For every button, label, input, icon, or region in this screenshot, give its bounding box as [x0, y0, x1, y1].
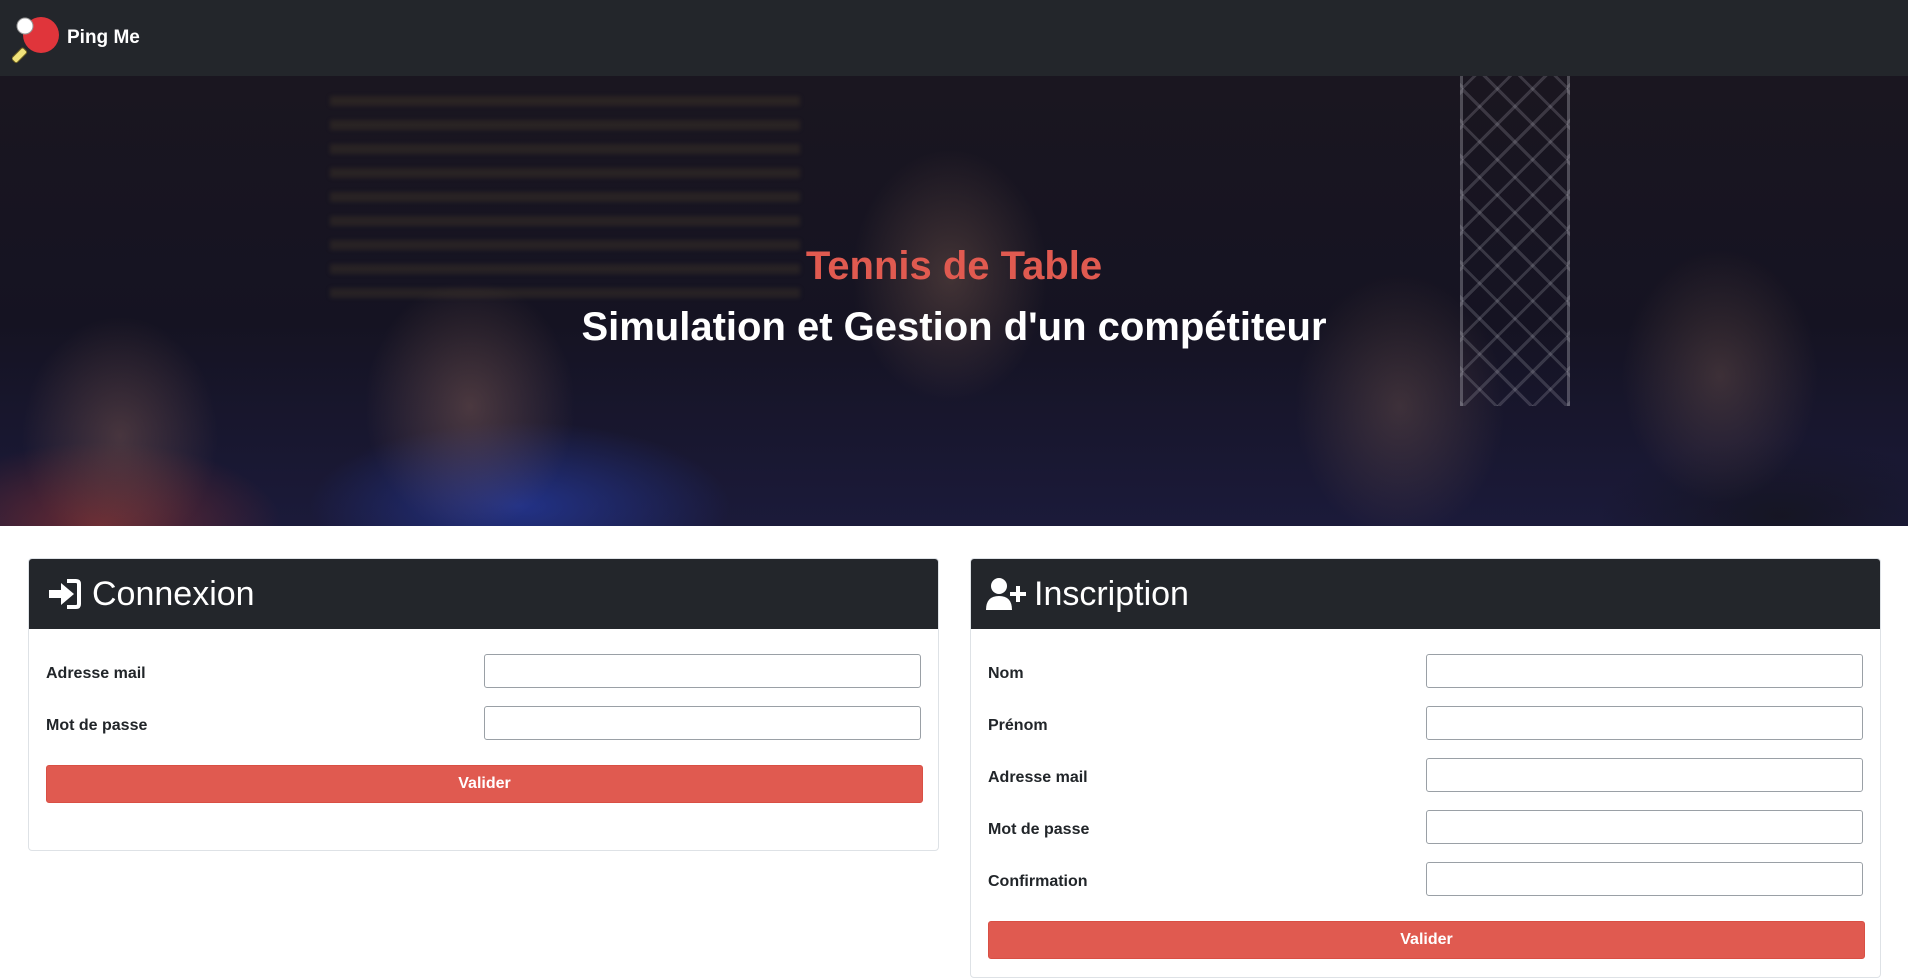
register-submit-button[interactable]: Valider	[988, 921, 1865, 959]
register-lastname-input[interactable]	[1426, 654, 1863, 688]
login-title: Connexion	[92, 574, 255, 613]
register-form: Nom Prénom Adresse mail Mot de passe Con…	[971, 629, 1880, 959]
ping-pong-paddle-icon[interactable]	[11, 14, 62, 64]
register-title: Inscription	[1034, 574, 1189, 613]
register-confirmation-input[interactable]	[1426, 862, 1863, 896]
register-card-header: Inscription	[971, 559, 1880, 629]
brand-name[interactable]: Ping Me	[67, 27, 140, 49]
login-submit-button[interactable]: Valider	[46, 765, 923, 803]
login-email-row: Adresse mail	[46, 645, 921, 697]
hero-banner: Tennis de Table Simulation et Gestion d'…	[0, 76, 1908, 526]
register-confirmation-label: Confirmation	[988, 873, 1088, 890]
register-password-row: Mot de passe	[988, 801, 1863, 853]
hero-background-truss	[1460, 76, 1570, 406]
register-email-row: Adresse mail	[988, 749, 1863, 801]
register-firstname-label: Prénom	[988, 717, 1048, 734]
login-password-label: Mot de passe	[46, 717, 148, 734]
register-card: Inscription Nom Prénom Adresse mail Mot …	[970, 558, 1881, 978]
register-lastname-row: Nom	[988, 645, 1863, 697]
register-password-input[interactable]	[1426, 810, 1863, 844]
register-firstname-row: Prénom	[988, 697, 1863, 749]
register-email-label: Adresse mail	[988, 769, 1088, 786]
login-password-input[interactable]	[484, 706, 921, 740]
login-email-label: Adresse mail	[46, 665, 146, 682]
register-confirmation-row: Confirmation	[988, 853, 1863, 905]
register-password-label: Mot de passe	[988, 821, 1090, 838]
register-lastname-label: Nom	[988, 665, 1024, 682]
user-plus-icon	[986, 574, 1026, 614]
register-firstname-input[interactable]	[1426, 706, 1863, 740]
login-form: Adresse mail Mot de passe Valider	[29, 629, 938, 803]
login-card: Connexion Adresse mail Mot de passe Vali…	[28, 558, 939, 851]
login-password-row: Mot de passe	[46, 697, 921, 749]
hero-title: Tennis de Table	[805, 244, 1103, 288]
navbar: Ping Me	[0, 0, 1908, 76]
hero-subtitle: Simulation et Gestion d'un compétiteur	[581, 305, 1327, 349]
login-email-input[interactable]	[484, 654, 921, 688]
register-email-input[interactable]	[1426, 758, 1863, 792]
login-card-header: Connexion	[29, 559, 938, 629]
sign-in-icon	[44, 574, 84, 614]
